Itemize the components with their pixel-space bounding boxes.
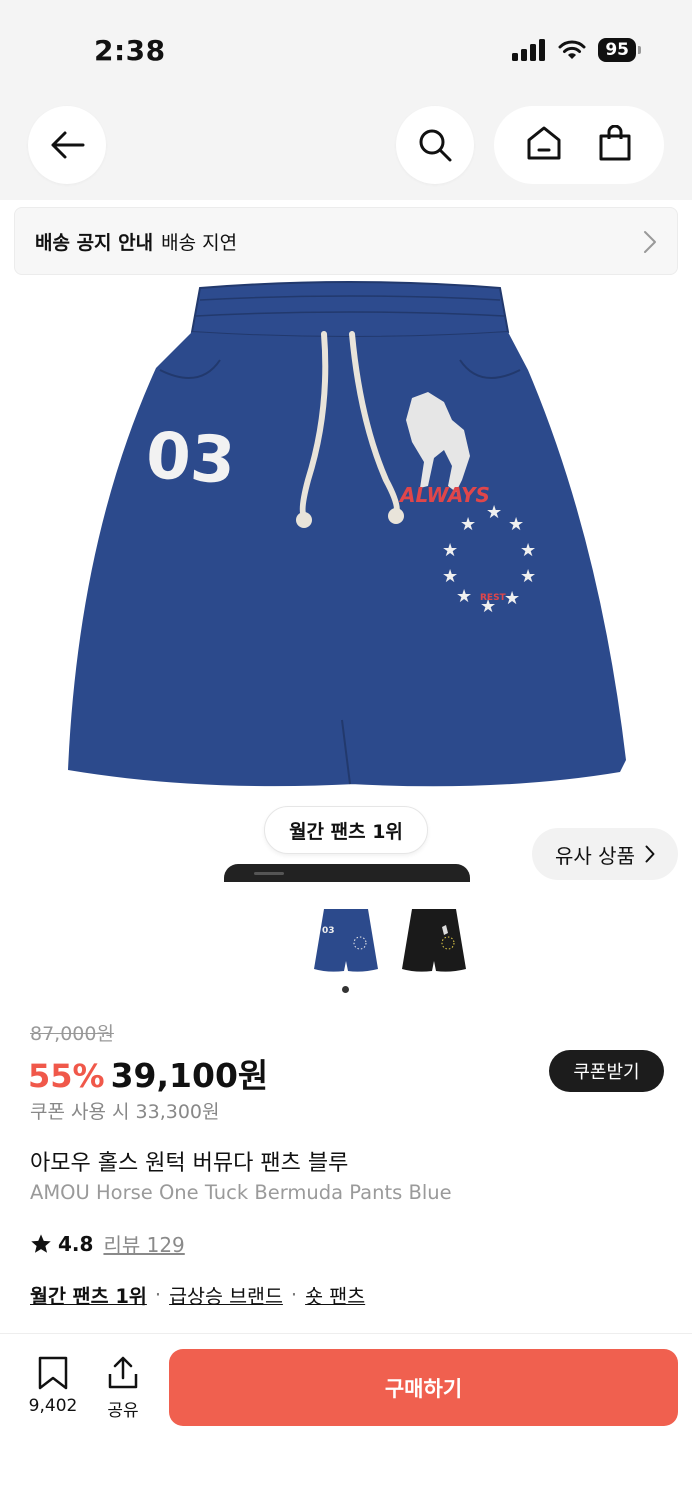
- review-link[interactable]: 리뷰 129: [103, 1229, 184, 1258]
- home-icon: [527, 126, 561, 160]
- wifi-icon: [558, 40, 586, 59]
- status-bar: 2:38 95: [0, 0, 692, 100]
- chevron-right-icon: [645, 845, 655, 863]
- print-word: ALWAYS: [398, 483, 490, 507]
- svg-text:★: ★: [442, 540, 458, 561]
- svg-text:★: ★: [520, 540, 536, 561]
- shipping-notice-banner[interactable]: 배송 공지 안내 배송 지연: [14, 207, 678, 275]
- sale-price: 39,100원: [110, 1056, 269, 1095]
- status-icons: 95: [512, 38, 641, 62]
- rating-value: 4.8: [58, 1231, 94, 1256]
- cart-button[interactable]: [598, 124, 632, 165]
- search-icon: [419, 129, 452, 162]
- star-icon: [31, 1233, 51, 1253]
- coupon-button[interactable]: 쿠폰받기: [549, 1050, 664, 1092]
- monthly-rank-badge[interactable]: 월간 팬츠 1위: [264, 806, 428, 854]
- thumbnail-black-image: [402, 909, 466, 972]
- svg-text:★: ★: [460, 514, 476, 535]
- image-sheet-handle[interactable]: [224, 864, 470, 882]
- chevron-right-icon: [644, 231, 656, 253]
- print-small: REST: [480, 593, 507, 603]
- coupon-price: 쿠폰 사용 시 33,300원: [30, 1101, 220, 1123]
- status-time: 2:38: [94, 34, 166, 67]
- tag-separator: ·: [290, 1283, 298, 1306]
- thumbnail-blue-image: 03: [314, 909, 378, 972]
- bookmark-button[interactable]: 9,402: [22, 1356, 84, 1416]
- search-button[interactable]: [396, 106, 474, 184]
- product-name-en: AMOU Horse One Tuck Bermuda Pants Blue: [30, 1181, 452, 1204]
- product-name-ko: 아모우 홀스 원턱 버뮤다 팬츠 블루: [30, 1151, 349, 1176]
- buy-button[interactable]: 구매하기: [169, 1349, 678, 1426]
- share-label: 공유: [107, 1401, 139, 1421]
- print-number: 03: [144, 419, 238, 499]
- similar-products-button[interactable]: 유사 상품: [532, 828, 678, 880]
- svg-text:★: ★: [508, 514, 524, 535]
- svg-text:★: ★: [486, 502, 502, 523]
- bookmark-icon: [38, 1356, 68, 1390]
- thumbnail-black[interactable]: [398, 903, 470, 975]
- tag-short-pants[interactable]: 숏 팬츠: [305, 1280, 365, 1309]
- signal-icon: [512, 39, 546, 61]
- svg-text:★: ★: [520, 566, 536, 587]
- tags-row: 월간 팬츠 1위 · 급상승 브랜드 · 숏 팬츠: [30, 1280, 365, 1309]
- nav-action-group: [494, 106, 664, 184]
- bookmark-count: 9,402: [28, 1396, 78, 1416]
- share-button[interactable]: 공유: [102, 1356, 144, 1421]
- arrow-left-icon: [51, 131, 85, 159]
- tag-monthly-rank[interactable]: 월간 팬츠 1위: [30, 1280, 147, 1309]
- tag-separator: ·: [154, 1283, 162, 1306]
- original-price: 87,000원: [30, 1023, 114, 1045]
- thumbnail-blue[interactable]: 03: [310, 903, 382, 975]
- svg-text:★: ★: [442, 566, 458, 587]
- rating-row: 4.8 리뷰 129: [30, 1229, 185, 1258]
- notice-text: 배송 지연: [161, 231, 238, 254]
- discount-rate: 55%: [28, 1057, 105, 1095]
- similar-products-label: 유사 상품: [555, 843, 635, 868]
- battery-indicator: 95: [598, 38, 641, 62]
- shopping-bag-icon: [599, 124, 631, 161]
- share-icon: [108, 1356, 138, 1389]
- price-row: 55% 39,100원: [28, 1049, 268, 1097]
- nav-bar: [0, 100, 692, 200]
- product-image[interactable]: 03 ALWAYS ★ ★ ★ ★ ★ ★ ★ ★ ★ ★ REST: [60, 280, 632, 810]
- notice-title: 배송 공지 안내: [35, 231, 154, 254]
- svg-text:★: ★: [504, 588, 520, 609]
- back-button[interactable]: [28, 106, 106, 184]
- svg-text:★: ★: [456, 586, 472, 607]
- carousel-dot: [342, 986, 349, 993]
- tag-rising-brand[interactable]: 급상승 브랜드: [169, 1280, 283, 1309]
- svg-text:03: 03: [322, 926, 335, 936]
- home-button[interactable]: [526, 125, 562, 165]
